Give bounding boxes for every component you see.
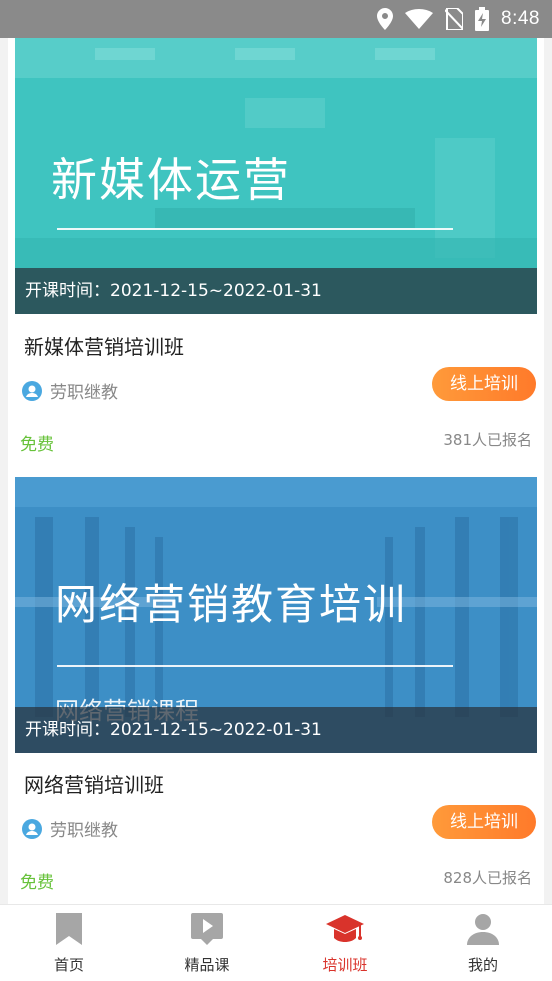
battery-charging-icon [475,7,490,31]
nav-label: 精品课 [184,956,230,974]
nav-label: 培训班 [322,956,368,974]
course-date: 开课时间：2021-12-15~2022-01-31 [15,268,537,314]
banner-divider [57,228,453,230]
user-circle-icon [22,380,42,401]
status-time: 8:48 [501,8,540,29]
course-list[interactable]: 新媒体运营 开课时间：2021-12-15~2022-01-31 新媒体营销培训… [0,38,552,904]
course-org: 劳职继教 [22,378,118,403]
course-type-tag: 线上培训 [432,805,536,839]
status-icons: 8:48 [377,0,540,38]
nav-item-profile[interactable]: 我的 [414,905,552,981]
course-price: 免费 [20,435,54,455]
wifi-icon [405,9,434,29]
status-bar: 8:48 [0,0,552,38]
location-icon [377,8,394,30]
org-name: 劳职继教 [50,383,118,403]
banner-title: 新媒体运营 [51,153,291,207]
user-icon [467,914,499,945]
course-card[interactable]: 新媒体运营 开课时间：2021-12-15~2022-01-31 新媒体营销培训… [8,38,544,478]
user-circle-icon [22,818,42,839]
nav-item-training[interactable]: 培训班 [276,905,414,981]
course-banner[interactable]: 网络营销教育培训 网络营销课程 开课时间：2021-12-15~2022-01-… [15,477,537,753]
course-price: 免费 [20,873,54,893]
course-type-tag: 线上培训 [432,367,536,401]
banner-title: 网络营销教育培训 [55,580,408,629]
video-play-icon [191,913,223,945]
course-title[interactable]: 网络营销培训班 [24,769,164,798]
course-banner[interactable]: 新媒体运营 开课时间：2021-12-15~2022-01-31 [15,38,537,314]
no-sim-icon [445,8,464,30]
nav-label: 我的 [467,956,498,974]
nav-label: 首页 [53,956,84,974]
course-title[interactable]: 新媒体营销培训班 [24,331,184,360]
org-name: 劳职继教 [50,821,118,841]
signup-count: 828人已报名 [443,869,532,887]
nav-item-courses[interactable]: 精品课 [138,905,276,981]
signup-count: 381人已报名 [443,431,532,449]
course-card[interactable]: 网络营销教育培训 网络营销课程 开课时间：2021-12-15~2022-01-… [8,475,544,904]
bookmark-icon [56,913,82,945]
bottom-nav: 首页 精品课 培训班 我的 [0,904,552,981]
nav-item-home[interactable]: 首页 [0,905,138,981]
banner-divider [57,665,453,667]
graduation-cap-icon [326,915,364,942]
course-date: 开课时间：2021-12-15~2022-01-31 [15,707,537,753]
course-org: 劳职继教 [22,816,118,841]
